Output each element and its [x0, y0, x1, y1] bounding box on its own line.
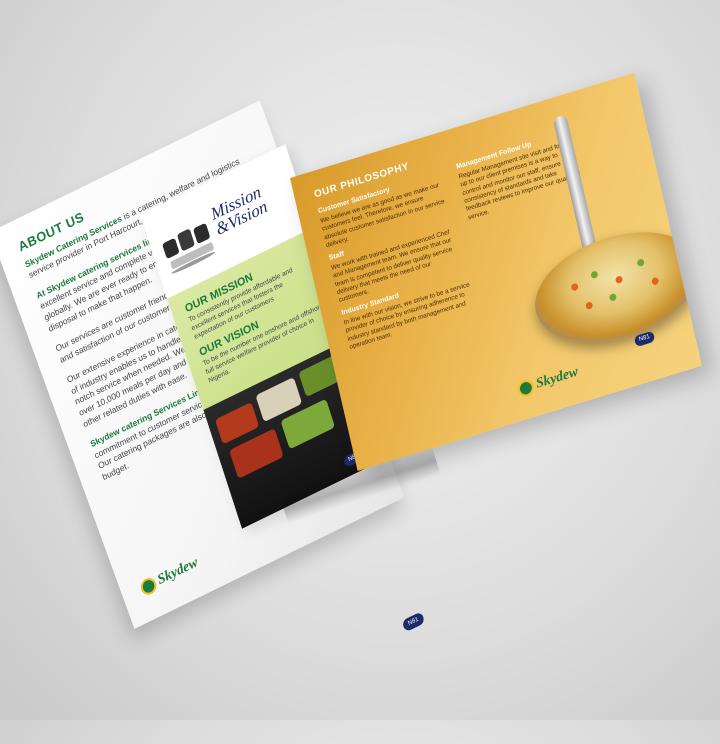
philosophy-page: OUR PHILOSOPHY Customer Satisfactory We …	[290, 72, 702, 472]
carrot-piece	[570, 282, 579, 292]
skydew-logo-left: Skydew	[138, 554, 201, 598]
skydew-logo-icon	[516, 378, 536, 399]
pea-piece	[590, 270, 599, 280]
page-number-left: N81	[401, 611, 426, 633]
carrot-piece	[585, 301, 594, 311]
carrot-piece	[614, 275, 624, 285]
skydew-logo-icon	[138, 575, 159, 598]
pea-piece	[636, 258, 645, 268]
noodle-soup-ladle-image	[524, 213, 702, 361]
skydew-logo-text: Skydew	[534, 364, 580, 392]
pea-piece	[608, 292, 618, 302]
brochure-scene: ABOUT US Skydew Catering Services is a c…	[0, 0, 720, 720]
skydew-logo-text: Skydew	[155, 554, 201, 589]
mission-vision-heading: Mission &Vision	[209, 182, 270, 239]
espresso-machine-image	[162, 223, 216, 274]
carrot-piece	[651, 276, 660, 286]
skydew-logo-right: Skydew	[516, 364, 580, 399]
